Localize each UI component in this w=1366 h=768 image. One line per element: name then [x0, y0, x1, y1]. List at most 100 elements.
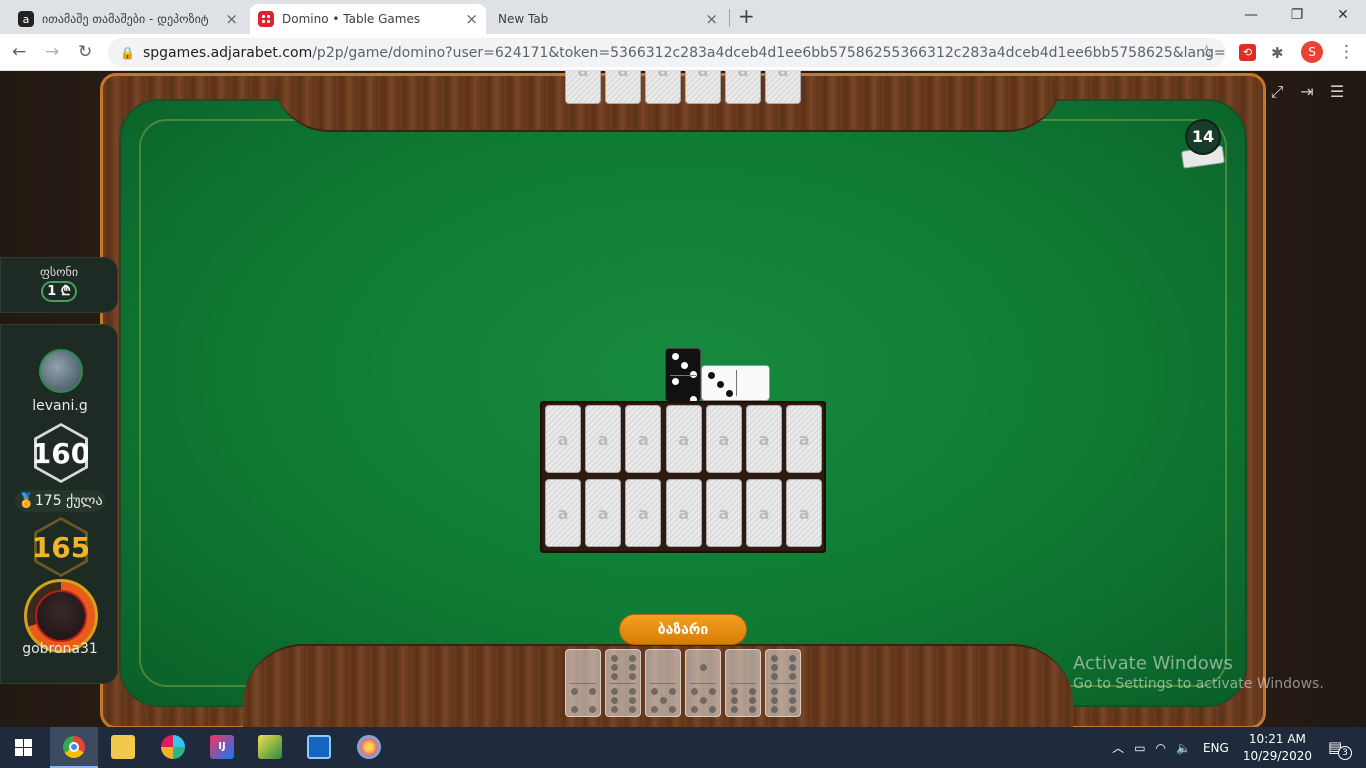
- tab-new[interactable]: New Tab ×: [490, 4, 726, 34]
- opponent-tile: a: [605, 71, 641, 104]
- pip: [611, 655, 618, 662]
- slack-icon[interactable]: [161, 735, 185, 759]
- paint-icon[interactable]: [357, 735, 381, 759]
- hand-tile: a: [585, 479, 622, 547]
- board-tile: [701, 365, 770, 401]
- player-tile[interactable]: [565, 649, 601, 717]
- tile-divider: [690, 683, 716, 684]
- intellij-icon[interactable]: IJ: [210, 735, 234, 759]
- new-tab-button[interactable]: +: [738, 4, 755, 28]
- volume-icon[interactable]: 🔈: [1176, 741, 1191, 755]
- pip: [611, 697, 618, 704]
- pip: [589, 706, 596, 713]
- clock[interactable]: 10:21 AM 10/29/2020: [1243, 731, 1312, 765]
- pip: [731, 706, 738, 713]
- url-bar[interactable]: 🔒 spgames.adjarabet.com/p2p/game/domino?…: [108, 38, 1226, 67]
- pip: [651, 688, 658, 695]
- adjarabet-logo-icon: a: [738, 71, 749, 80]
- tab-title: Domino • Table Games: [282, 12, 421, 26]
- player-tile[interactable]: [645, 649, 681, 717]
- pip: [731, 697, 738, 704]
- pip: [771, 655, 778, 662]
- player-tile[interactable]: [685, 649, 721, 717]
- menu-icon[interactable]: ☰: [1328, 83, 1346, 101]
- pip: [771, 673, 778, 680]
- reload-icon[interactable]: ↻: [78, 42, 92, 62]
- forward-icon[interactable]: →: [45, 42, 59, 62]
- players-box: levani.g 160 🏅175 ქულა 165 gobrona31: [0, 324, 118, 684]
- adjarabet-logo-icon: a: [557, 503, 569, 523]
- maximize-icon[interactable]: ❐: [1274, 0, 1320, 30]
- close-icon[interactable]: ×: [705, 12, 718, 27]
- pip: [669, 688, 676, 695]
- pip: [691, 688, 698, 695]
- notification-icon[interactable]: ▤ 3: [1328, 738, 1354, 760]
- exit-icon[interactable]: ⇥: [1298, 83, 1316, 101]
- back-icon[interactable]: ←: [12, 42, 26, 62]
- pip: [771, 688, 778, 695]
- pip: [708, 372, 715, 379]
- player-tile[interactable]: [765, 649, 801, 717]
- adjarabet-logo-icon: a: [718, 429, 730, 449]
- tab-domino[interactable]: Domino • Table Games ×: [250, 4, 486, 34]
- opponent-tile: a: [765, 71, 801, 104]
- adjarabet-logo-icon: a: [758, 429, 770, 449]
- player-avatar: [35, 590, 87, 642]
- extension-icon[interactable]: ⟲: [1239, 44, 1256, 61]
- tile-divider: [570, 683, 596, 684]
- player-name: gobrona31: [22, 641, 98, 657]
- close-window-icon[interactable]: ✕: [1320, 0, 1366, 30]
- pip: [669, 706, 676, 713]
- monitor-app-icon[interactable]: [307, 735, 331, 759]
- tile-divider: [670, 375, 696, 376]
- pip: [709, 688, 716, 695]
- stake-box: ფსონი 1 ₾: [0, 257, 118, 313]
- opponent-score: 160: [31, 436, 91, 470]
- hand-tile: a: [665, 479, 702, 547]
- hand-tile: a: [786, 479, 823, 547]
- close-icon[interactable]: ×: [465, 12, 478, 27]
- adjarabet-logo-icon: a: [778, 71, 789, 80]
- player-tile[interactable]: [725, 649, 761, 717]
- opponent-tile: a: [565, 71, 601, 104]
- game-viewport: a a a a a a 14 ⤢ ⇥ ☰ ფსონი 1 ₾ levani.g 160 🏅…: [0, 71, 1366, 727]
- pip: [789, 673, 796, 680]
- tab-title: ითამაშე თამაშები - დეპოზიტ: [42, 12, 209, 26]
- tab-divider: [729, 9, 730, 27]
- notepad-icon[interactable]: [258, 735, 282, 759]
- chrome-taskbar-button[interactable]: [50, 727, 98, 768]
- language-indicator[interactable]: ENG: [1203, 741, 1229, 755]
- pip: [700, 664, 707, 671]
- minimize-icon[interactable]: —: [1228, 0, 1274, 30]
- start-icon[interactable]: [15, 739, 32, 756]
- battery-icon[interactable]: ▭: [1134, 741, 1145, 755]
- bazar-button[interactable]: ბაზარი: [619, 614, 747, 645]
- system-tray: ︿ ▭ ◠ 🔈 ENG 10:21 AM 10/29/2020 ▤ 3: [1112, 727, 1366, 768]
- pip: [749, 688, 756, 695]
- player-tile[interactable]: [605, 649, 641, 717]
- pip: [789, 697, 796, 704]
- tab-adjarabet[interactable]: a ითამაშე თამაშები - დეპოზიტ ×: [10, 4, 246, 34]
- game-toolbar: ⤢ ⇥ ☰: [1268, 83, 1346, 101]
- hand-tray: a a a a a a a a a a a a a a: [540, 401, 826, 553]
- extensions-puzzle-icon[interactable]: ✱: [1271, 44, 1284, 62]
- adjarabet-logo-icon: a: [618, 71, 629, 80]
- hand-tile: a: [545, 405, 581, 473]
- pip: [789, 688, 796, 695]
- menu-kebab-icon[interactable]: ⋮: [1338, 42, 1355, 62]
- pip: [589, 688, 596, 695]
- bookmark-star-icon[interactable]: ☆: [1199, 42, 1214, 62]
- file-explorer-icon[interactable]: [111, 735, 135, 759]
- boneyard-counter: 14: [1180, 119, 1226, 171]
- adjarabet-logo-icon: a: [637, 429, 649, 449]
- hand-tile: a: [746, 405, 782, 473]
- pip: [771, 697, 778, 704]
- close-icon[interactable]: ×: [221, 12, 238, 27]
- wifi-icon[interactable]: ◠: [1156, 741, 1166, 755]
- chevron-up-icon[interactable]: ︿: [1112, 739, 1124, 756]
- pip: [789, 706, 796, 713]
- profile-avatar[interactable]: S: [1301, 41, 1323, 63]
- address-toolbar: ← → ↻ 🔒 spgames.adjarabet.com/p2p/game/d…: [0, 34, 1366, 71]
- hand-tile: a: [746, 479, 782, 547]
- fullscreen-icon[interactable]: ⤢: [1268, 83, 1286, 101]
